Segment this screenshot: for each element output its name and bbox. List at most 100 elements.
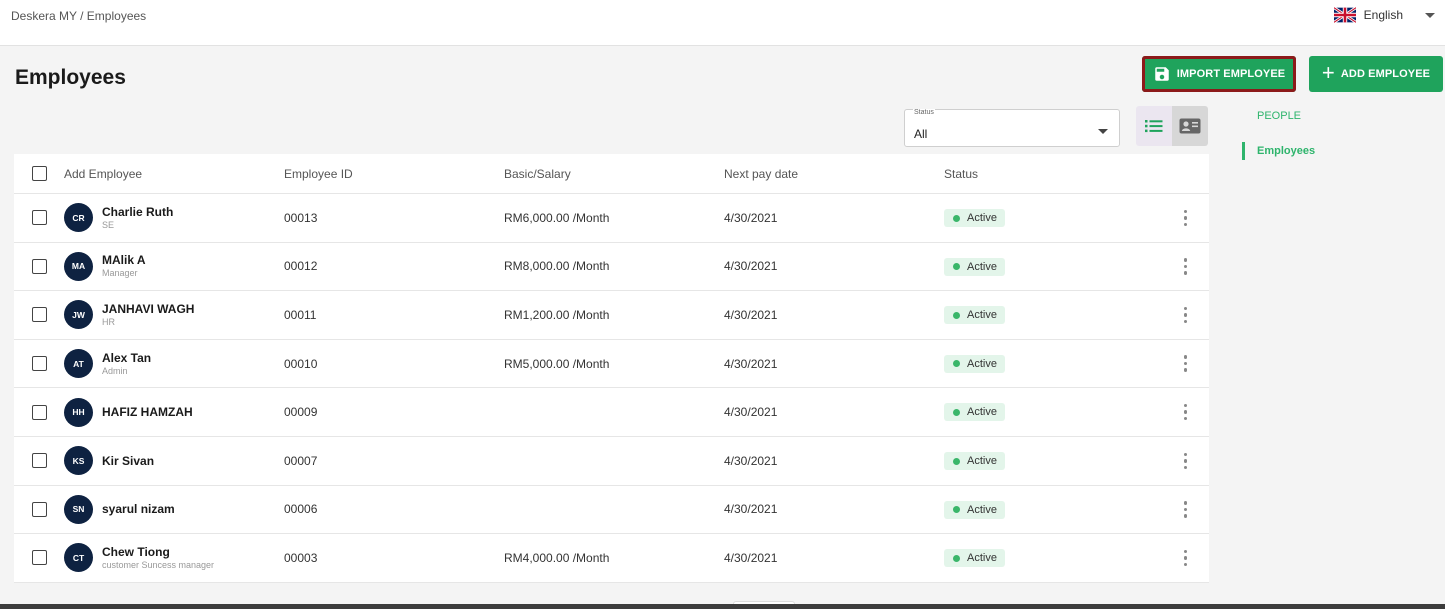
- employee-id: 00010: [284, 356, 318, 371]
- next-pay-date: 4/30/2021: [724, 502, 778, 517]
- status-dot-icon: [953, 360, 960, 368]
- side-nav-section-people[interactable]: PEOPLE: [1257, 110, 1315, 122]
- table-body: CR Charlie Ruth SE 00013 RM6,000.00 /Month 4/…: [14, 194, 1209, 583]
- more-options-icon[interactable]: [1183, 209, 1187, 227]
- select-all-checkbox[interactable]: [31, 166, 47, 181]
- employee-name[interactable]: Alex Tan: [102, 351, 151, 365]
- status-text: Active: [967, 455, 997, 468]
- table-row[interactable]: MA MAlik A Manager 00012 RM8,000.00 /Month 4/…: [14, 243, 1209, 292]
- employee-role: HR: [102, 316, 115, 327]
- status-badge: Active: [944, 257, 1005, 276]
- contact-card-icon: [1179, 118, 1201, 134]
- basic-salary: RM6,000.00 /Month: [504, 210, 610, 225]
- employee-name[interactable]: Chew Tiong: [102, 545, 214, 559]
- status-dot-icon: [953, 554, 960, 562]
- status-badge: Active: [944, 306, 1005, 325]
- status-text: Active: [967, 357, 997, 370]
- avatar: AT: [64, 349, 93, 379]
- status-text: Active: [967, 503, 997, 516]
- add-employee-button[interactable]: + ADD EMPLOYEE: [1309, 56, 1443, 92]
- avatar: KS: [64, 446, 93, 476]
- basic-salary: RM8,000.00 /Month: [504, 259, 610, 274]
- header-employee-id[interactable]: Employee ID: [284, 167, 504, 181]
- status-text: Active: [967, 406, 997, 419]
- language-selector[interactable]: English: [1333, 6, 1435, 24]
- employee-name[interactable]: Charlie Ruth: [102, 205, 173, 219]
- avatar: HH: [64, 397, 93, 427]
- import-employee-label: IMPORT EMPLOYEE: [1176, 68, 1286, 80]
- table-row[interactable]: CR Charlie Ruth SE 00013 RM6,000.00 /Month 4/…: [14, 194, 1209, 243]
- next-pay-date: 4/30/2021: [724, 259, 778, 274]
- row-checkbox[interactable]: [31, 404, 47, 420]
- status-dot-icon: [953, 506, 960, 514]
- more-options-icon[interactable]: [1183, 549, 1187, 567]
- status-dot-icon: [953, 311, 960, 319]
- row-checkbox[interactable]: [31, 550, 47, 566]
- side-nav: PEOPLE Employees: [1242, 110, 1315, 160]
- list-view-button[interactable]: [1136, 106, 1172, 146]
- avatar: MA: [64, 251, 93, 281]
- next-pay-date: 4/30/2021: [724, 453, 778, 468]
- breadcrumb[interactable]: Deskera MY / Employees: [11, 9, 146, 23]
- row-checkbox[interactable]: [31, 501, 47, 517]
- table-row[interactable]: CT Chew Tiong customer Suncess manager 0000…: [14, 534, 1209, 583]
- row-checkbox[interactable]: [31, 210, 47, 226]
- chevron-down-icon[interactable]: [1425, 12, 1435, 18]
- status-badge: Active: [944, 209, 1005, 228]
- table-row[interactable]: KS Kir Sivan 00007 4/30/2021 Active: [14, 437, 1209, 486]
- more-options-icon[interactable]: [1183, 306, 1187, 324]
- card-view-button[interactable]: [1172, 106, 1208, 146]
- side-nav-item-employees[interactable]: Employees: [1242, 142, 1315, 160]
- status-filter-value: All: [914, 127, 928, 141]
- status-text: Active: [967, 309, 997, 322]
- header-add-employee[interactable]: Add Employee: [64, 167, 284, 181]
- more-options-icon[interactable]: [1183, 501, 1187, 518]
- employee-id: 00009: [284, 405, 318, 420]
- next-pay-date: 4/30/2021: [724, 307, 778, 322]
- status-dot-icon: [953, 408, 960, 416]
- table-row[interactable]: AT Alex Tan Admin 00010 RM5,000.00 /Month 4/3…: [14, 340, 1209, 389]
- status-text: Active: [967, 552, 997, 565]
- employee-id: 00007: [284, 453, 318, 468]
- employee-name[interactable]: JANHAVI WAGH: [102, 302, 194, 316]
- more-options-icon[interactable]: [1183, 452, 1187, 470]
- header-status[interactable]: Status: [944, 167, 1164, 181]
- status-filter-select[interactable]: Status All: [904, 109, 1120, 147]
- next-pay-date: 4/30/2021: [724, 405, 778, 420]
- employee-name[interactable]: syarul nizam: [102, 502, 175, 516]
- status-text: Active: [967, 260, 997, 273]
- employee-role: customer Suncess manager: [102, 559, 215, 570]
- row-checkbox[interactable]: [31, 258, 47, 274]
- status-badge: Active: [944, 500, 1005, 519]
- row-checkbox[interactable]: [31, 356, 47, 372]
- more-options-icon[interactable]: [1183, 355, 1187, 372]
- status-text: Active: [967, 212, 997, 225]
- list-icon: [1145, 120, 1163, 133]
- status-filter-label: Status: [913, 109, 935, 116]
- top-bar: Deskera MY / Employees English: [0, 0, 1445, 46]
- status-badge: Active: [944, 549, 1005, 568]
- basic-salary: RM4,000.00 /Month: [504, 550, 610, 565]
- employee-id: 00006: [284, 502, 318, 517]
- employee-role: SE: [102, 219, 115, 230]
- page-title: Employees: [15, 66, 126, 89]
- employee-name[interactable]: Kir Sivan: [102, 454, 154, 468]
- header-basic-salary[interactable]: Basic/Salary: [504, 167, 724, 181]
- avatar: SN: [64, 494, 93, 524]
- import-employee-button[interactable]: IMPORT EMPLOYEE: [1142, 56, 1296, 92]
- employee-name[interactable]: MAlik A: [102, 253, 146, 267]
- employees-table: Add Employee Employee ID Basic/Salary Ne…: [14, 154, 1209, 583]
- more-options-icon[interactable]: [1183, 258, 1187, 275]
- table-row[interactable]: SN syarul nizam 00006 4/30/2021 Active: [14, 486, 1209, 535]
- employee-name[interactable]: HAFIZ HAMZAH: [102, 405, 193, 419]
- more-options-icon[interactable]: [1183, 403, 1187, 421]
- row-checkbox[interactable]: [31, 307, 47, 323]
- table-row[interactable]: HH HAFIZ HAMZAH 00009 4/30/2021 Active: [14, 388, 1209, 437]
- header-next-pay-date[interactable]: Next pay date: [724, 167, 944, 181]
- add-employee-label: ADD EMPLOYEE: [1340, 68, 1431, 80]
- row-checkbox[interactable]: [31, 453, 47, 469]
- basic-salary: RM1,200.00 /Month: [504, 307, 610, 322]
- table-row[interactable]: JW JANHAVI WAGH HR 00011 RM1,200.00 /Month 4/…: [14, 291, 1209, 340]
- status-badge: Active: [944, 354, 1005, 373]
- employee-id: 00011: [284, 307, 317, 322]
